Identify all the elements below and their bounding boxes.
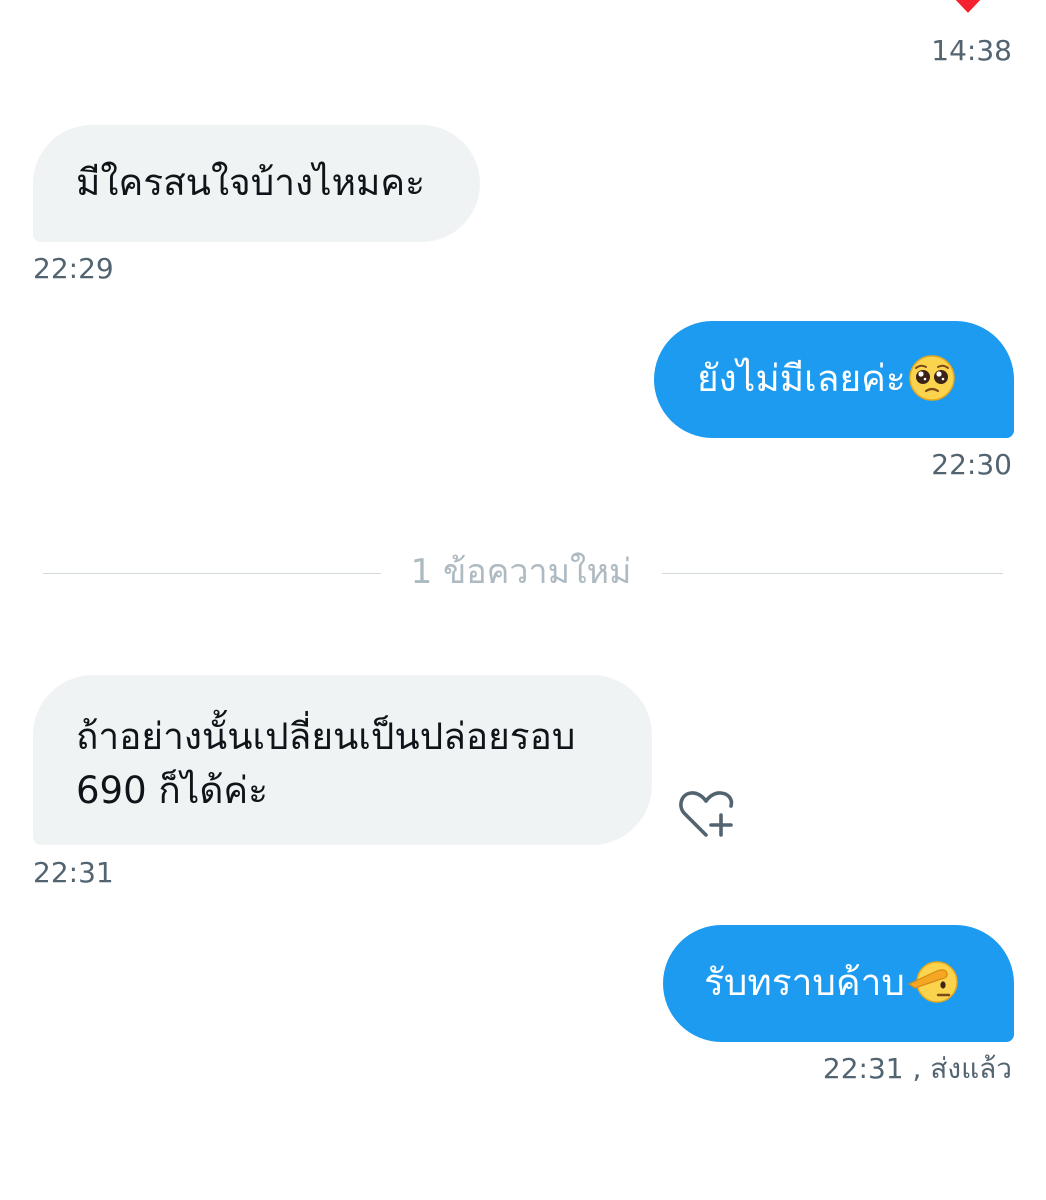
message-time: 22:30 xyxy=(931,448,1012,481)
message-text: รับทราบค้าบ xyxy=(704,961,905,1004)
divider-line-right xyxy=(662,573,1003,574)
message-time: 22:29 xyxy=(33,252,114,285)
previous-message-time: 14:38 xyxy=(931,34,1012,67)
outgoing-message-bubble[interactable]: ยังไม่มีเลยค่ะ xyxy=(654,321,1014,438)
add-reaction-heart-icon[interactable] xyxy=(676,788,736,840)
outgoing-message-bubble[interactable]: รับทราบค้าบ xyxy=(663,925,1014,1042)
heart-icon xyxy=(955,0,981,13)
message-time: 22:31 xyxy=(822,1052,904,1085)
message-text: ยังไม่มีเลยค่ะ xyxy=(697,357,906,400)
message-status: , ส่งแล้ว xyxy=(912,1052,1013,1085)
pleading-face-emoji xyxy=(909,354,955,401)
incoming-message-bubble[interactable]: มีใครสนใจบ้างไหมคะ xyxy=(33,125,480,242)
message-meta: 22:31 , ส่งแล้ว xyxy=(823,1052,1012,1086)
divider-line-left xyxy=(43,573,381,574)
saluting-face-emoji xyxy=(907,960,958,1003)
incoming-message-bubble[interactable]: ถ้าอย่างนั้นเปลี่ยนเป็นปล่อยรอบ 690 ก็ได… xyxy=(33,675,652,845)
message-text-line: ถ้าอย่างนั้นเปลี่ยนเป็นปล่อยรอบ xyxy=(76,715,576,758)
message-text-line: 690 ก็ได้ค่ะ xyxy=(76,769,269,812)
message-time: 22:31 xyxy=(33,856,114,889)
message-text: มีใครสนใจบ้างไหมคะ xyxy=(76,161,426,204)
new-messages-divider: 1 ข้อความใหม่ xyxy=(410,552,632,592)
